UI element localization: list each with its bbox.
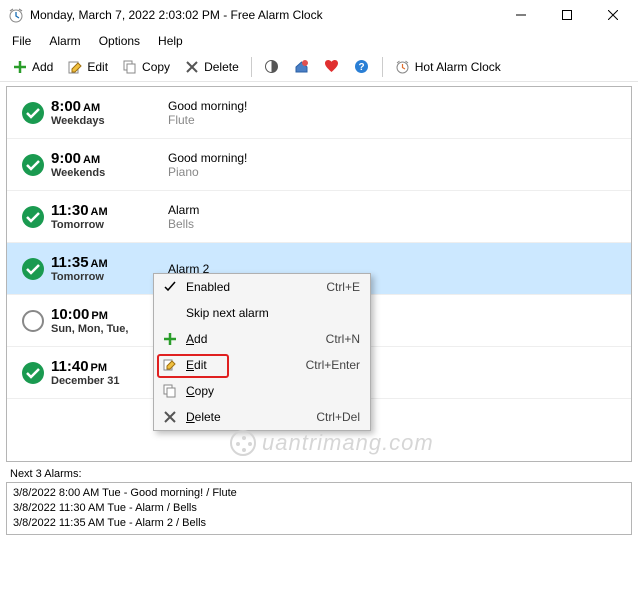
next-alarms-heading: Next 3 Alarms: (10, 468, 630, 480)
alarm-time: 11:30 (51, 202, 89, 219)
copy-label: Copy (142, 60, 170, 74)
alarm-sound: Piano (168, 165, 623, 179)
alarm-time: 10:00 (51, 306, 89, 323)
ctx-edit-accel: Ctrl+Enter (306, 358, 360, 372)
alarm-time: 8:00 (51, 98, 81, 115)
next-alarms-box: 3/8/2022 8:00 AM Tue - Good morning! / F… (6, 482, 632, 535)
alarm-ampm: AM (83, 102, 100, 114)
ctx-delete-label: Delete (182, 410, 316, 424)
ctx-enabled-label: Enabled (182, 280, 326, 294)
status-icon (15, 205, 51, 229)
contrast-icon (264, 59, 280, 75)
plus-icon (12, 59, 28, 75)
next-alarm-line: 3/8/2022 11:30 AM Tue - Alarm / Bells (13, 501, 625, 516)
next-alarm-line: 3/8/2022 8:00 AM Tue - Good morning! / F… (13, 486, 625, 501)
contrast-button[interactable] (258, 56, 286, 78)
ctx-add[interactable]: Add Ctrl+N (154, 326, 370, 352)
alarm-sound: Bells (168, 217, 623, 231)
alarm-ampm: AM (91, 258, 108, 270)
edit-icon (67, 59, 83, 75)
close-button[interactable] (590, 0, 636, 30)
ctx-add-label: Add (182, 332, 326, 346)
ctx-delete[interactable]: Delete Ctrl+Del (154, 404, 370, 430)
alarm-label: Alarm (168, 203, 623, 217)
hot-alarm-label: Hot Alarm Clock (415, 60, 501, 74)
help-button[interactable]: ? (348, 56, 376, 78)
home-button[interactable] (288, 56, 316, 78)
alarm-ampm: AM (83, 154, 100, 166)
alarm-row[interactable]: 11:30AMTomorrow AlarmBells (7, 191, 631, 243)
hot-alarm-button[interactable]: Hot Alarm Clock (389, 56, 507, 78)
menu-bar: File Alarm Options Help (0, 30, 638, 52)
status-icon (15, 101, 51, 125)
menu-file[interactable]: File (4, 32, 39, 50)
delete-icon (158, 411, 182, 423)
edit-icon (158, 358, 182, 372)
edit-button[interactable]: Edit (61, 56, 114, 78)
title-bar: Monday, March 7, 2022 2:03:02 PM - Free … (0, 0, 638, 30)
status-icon (15, 153, 51, 177)
plus-icon (158, 333, 182, 345)
add-label: Add (32, 60, 53, 74)
app-icon (8, 7, 24, 23)
minimize-button[interactable] (498, 0, 544, 30)
copy-icon (158, 384, 182, 398)
ctx-enabled-accel: Ctrl+E (326, 280, 360, 294)
home-icon (294, 59, 310, 75)
copy-button[interactable]: Copy (116, 56, 176, 78)
toolbar: Add Edit Copy Delete ? Hot Alarm Clock (0, 52, 638, 82)
menu-alarm[interactable]: Alarm (41, 32, 88, 50)
delete-label: Delete (204, 60, 239, 74)
next-alarm-line: 3/8/2022 11:35 AM Tue - Alarm 2 / Bells (13, 516, 625, 531)
check-icon (158, 281, 182, 293)
ctx-skip[interactable]: Skip next alarm (154, 300, 370, 326)
ctx-delete-accel: Ctrl+Del (316, 410, 360, 424)
alarm-recurrence: Tomorrow (51, 219, 156, 231)
maximize-button[interactable] (544, 0, 590, 30)
add-button[interactable]: Add (6, 56, 59, 78)
edit-label: Edit (87, 60, 108, 74)
delete-icon (184, 59, 200, 75)
copy-icon (122, 59, 138, 75)
alarm-label: Good morning! (168, 151, 623, 165)
ctx-edit-label: Edit (182, 358, 306, 372)
window-title: Monday, March 7, 2022 2:03:02 PM - Free … (30, 8, 498, 22)
alarm-recurrence: December 31 (51, 375, 156, 387)
ctx-edit[interactable]: Edit Ctrl+Enter (154, 352, 370, 378)
alarm-row[interactable]: 9:00AMWeekends Good morning!Piano (7, 139, 631, 191)
ctx-copy[interactable]: Copy (154, 378, 370, 404)
heart-button[interactable] (318, 56, 346, 78)
status-icon (15, 361, 51, 385)
alarm-ampm: PM (91, 310, 108, 322)
menu-options[interactable]: Options (91, 32, 148, 50)
alarm-recurrence: Sun, Mon, Tue, (51, 323, 156, 335)
delete-button[interactable]: Delete (178, 56, 245, 78)
alarm-recurrence: Tomorrow (51, 271, 156, 283)
alarm-ampm: AM (91, 206, 108, 218)
alarm-recurrence: Weekends (51, 167, 156, 179)
menu-help[interactable]: Help (150, 32, 191, 50)
context-menu: Enabled Ctrl+E Skip next alarm Add Ctrl+… (153, 273, 371, 431)
alarm-time: 9:00 (51, 150, 81, 167)
ctx-add-accel: Ctrl+N (326, 332, 360, 346)
separator (382, 57, 383, 77)
alarm-ampm: PM (91, 362, 108, 374)
status-icon (15, 257, 51, 281)
help-icon: ? (354, 59, 370, 75)
alarm-row[interactable]: 8:00AMWeekdays Good morning!Flute (7, 87, 631, 139)
status-icon (15, 309, 51, 333)
alarm-sound: Flute (168, 113, 623, 127)
alarm-time: 11:35 (51, 254, 89, 271)
separator (251, 57, 252, 77)
heart-icon (324, 59, 340, 75)
alarm-recurrence: Weekdays (51, 115, 156, 127)
ctx-enabled[interactable]: Enabled Ctrl+E (154, 274, 370, 300)
ctx-skip-label: Skip next alarm (182, 306, 360, 320)
ctx-copy-label: Copy (182, 384, 360, 398)
svg-text:?: ? (359, 62, 365, 73)
alarm-time: 11:40 (51, 358, 89, 375)
clock-icon (395, 59, 411, 75)
alarm-label: Good morning! (168, 99, 623, 113)
